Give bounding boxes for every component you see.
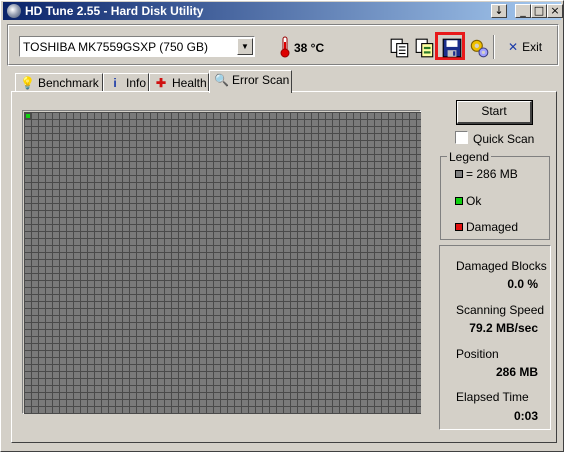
legend-block-size-label: = 286 MB: [466, 167, 518, 181]
chevron-down-icon[interactable]: ▼: [237, 38, 253, 55]
options-icon[interactable]: [468, 37, 490, 59]
start-button[interactable]: Start: [456, 100, 533, 125]
block-grid: [24, 112, 421, 414]
temperature-readout: 38 °C: [294, 41, 325, 55]
tab-health-label: Health: [172, 76, 207, 90]
info-icon: i: [113, 76, 117, 90]
copy-all-icon[interactable]: [414, 37, 436, 59]
elapsed-time-value: 0:03: [513, 409, 538, 423]
tab-info-label: Info: [126, 76, 147, 90]
magnifier-icon: 🔍: [214, 73, 229, 87]
tab-health[interactable]: ✚ Health: [149, 73, 209, 92]
grey-swatch: [455, 170, 463, 178]
legend-ok-label: Ok: [466, 194, 482, 208]
legend-damaged-label: Damaged: [466, 220, 519, 234]
scanning-speed-value: 79.2 MB/sec: [469, 321, 538, 335]
legend-group: Legend = 286 MB Ok Damaged: [440, 150, 550, 240]
legend-title: Legend: [447, 150, 492, 164]
damaged-blocks-value: 0.0 %: [507, 277, 538, 291]
scanning-speed-label: Scanning Speed: [456, 303, 545, 317]
drive-select[interactable]: TOSHIBA MK7559GSXP (750 GB) ▼: [19, 36, 255, 57]
damaged-blocks-label: Damaged Blocks: [456, 259, 547, 273]
copy-icon[interactable]: [389, 37, 411, 59]
block-ok: [25, 113, 31, 119]
exit-icon: ✕: [508, 40, 519, 54]
app-window: HD Tune 2.55 - Hard Disk Utility ↓ _ □ ×…: [0, 0, 564, 452]
thermometer-icon: [280, 36, 290, 58]
health-icon: ✚: [155, 76, 167, 90]
close-button[interactable]: ×: [547, 4, 563, 18]
maximize-button[interactable]: □: [531, 4, 547, 18]
exit-label: Exit: [522, 40, 543, 54]
window-title: HD Tune 2.55 - Hard Disk Utility: [25, 4, 204, 18]
benchmark-icon: 💡: [20, 76, 35, 90]
legend-item-block-size: = 286 MB: [455, 167, 518, 181]
green-swatch: [455, 197, 463, 205]
title-bar[interactable]: HD Tune 2.55 - Hard Disk Utility ↓ _ □ ×: [3, 2, 563, 20]
tab-error-scan[interactable]: 🔍 Error Scan: [209, 70, 292, 93]
download-button[interactable]: ↓: [491, 4, 507, 18]
scan-statistics: Damaged Blocks 0.0 % Scanning Speed 79.2…: [439, 245, 551, 430]
quick-scan-checkbox[interactable]: [455, 131, 468, 144]
tab-benchmark[interactable]: 💡 Benchmark: [15, 73, 103, 92]
toolbar-separator: [493, 35, 495, 59]
elapsed-time-label: Elapsed Time: [456, 390, 529, 404]
red-swatch: [455, 223, 463, 231]
app-icon: [7, 4, 21, 18]
legend-item-ok: Ok: [455, 194, 481, 208]
minimize-button[interactable]: _: [515, 4, 531, 18]
save-icon[interactable]: [441, 37, 463, 59]
quick-scan-label: Quick Scan: [473, 132, 535, 146]
drive-select-value: TOSHIBA MK7559GSXP (750 GB): [23, 40, 208, 54]
position-value: 286 MB: [495, 365, 538, 379]
tab-benchmark-label: Benchmark: [38, 76, 99, 90]
block-map: [22, 110, 421, 414]
tab-info[interactable]: i Info: [103, 73, 149, 92]
exit-button[interactable]: ✕ Exit: [508, 40, 542, 54]
position-label: Position: [456, 347, 499, 361]
legend-item-damaged: Damaged: [455, 220, 518, 234]
tab-error-scan-label: Error Scan: [232, 73, 290, 87]
